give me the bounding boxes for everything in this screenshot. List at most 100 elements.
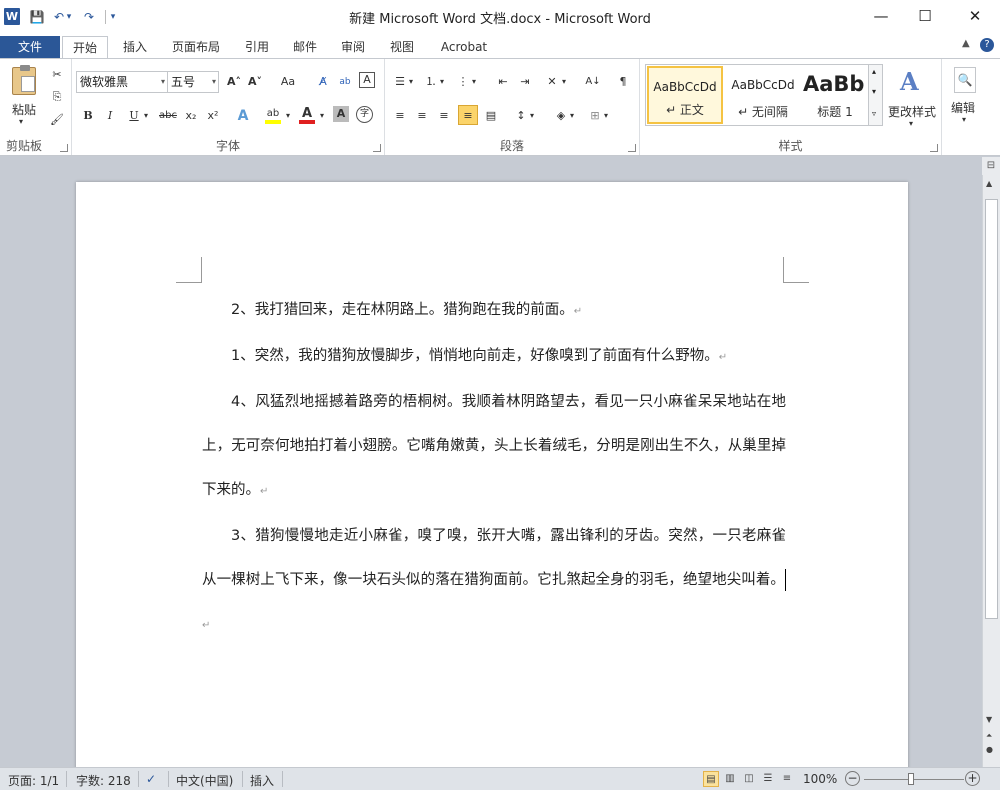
- character-border-icon[interactable]: A: [359, 72, 375, 88]
- grow-font-icon[interactable]: A˄: [224, 72, 244, 92]
- styles-launcher-icon[interactable]: [930, 144, 938, 152]
- document-body[interactable]: 2、我打猎回来，走在林阴路上。猎狗跑在我的前面。↵ 1、突然，我的猎狗放慢脚步，…: [202, 288, 786, 648]
- tab-acrobat[interactable]: Acrobat: [430, 36, 498, 58]
- zoom-out-button[interactable]: −: [845, 771, 860, 786]
- bold-button[interactable]: B: [78, 106, 98, 126]
- enclose-characters-icon[interactable]: 字: [356, 106, 373, 123]
- shading-dropdown-icon[interactable]: ▾: [567, 106, 577, 126]
- maximize-button[interactable]: ☐: [902, 0, 948, 32]
- previous-page-icon[interactable]: ⏶: [986, 731, 992, 741]
- sort-icon[interactable]: A↓: [583, 72, 603, 92]
- draft-view-icon[interactable]: ≡: [779, 771, 795, 787]
- word-count[interactable]: 字数: 218: [76, 772, 131, 789]
- highlight-color-bar: [265, 120, 281, 124]
- outline-view-icon[interactable]: ☰: [760, 771, 776, 787]
- web-layout-icon[interactable]: ◫: [741, 771, 757, 787]
- document-page[interactable]: 2、我打猎回来，走在林阴路上。猎狗跑在我的前面。↵ 1、突然，我的猎狗放慢脚步，…: [76, 182, 908, 782]
- editing-label: 编辑: [951, 101, 976, 115]
- language-indicator[interactable]: 中文(中国): [176, 772, 233, 789]
- paragraph-mark: ↵: [260, 486, 269, 497]
- zoom-level[interactable]: 100%: [803, 772, 837, 786]
- full-screen-reading-icon[interactable]: ▥: [722, 771, 738, 787]
- minimize-button[interactable]: —: [858, 0, 904, 32]
- superscript-button[interactable]: x²: [203, 106, 223, 126]
- proofing-icon[interactable]: ✓: [146, 772, 156, 786]
- style-normal[interactable]: AaBbCcDd ↵ 正文: [647, 66, 723, 124]
- highlight-icon[interactable]: ab: [263, 104, 283, 124]
- align-left-button[interactable]: ≡: [390, 106, 410, 126]
- font-group-label: 字体: [215, 139, 240, 153]
- font-name-combo[interactable]: 微软雅黑 ▾: [76, 71, 168, 93]
- editing-button[interactable]: 🔍 编辑 ▾: [946, 65, 984, 129]
- align-right-button[interactable]: ≡: [434, 106, 454, 126]
- page-count[interactable]: 页面: 1/1: [8, 772, 59, 789]
- style-preview: AaBbCcDd: [731, 78, 795, 92]
- zoom-slider-track[interactable]: [864, 779, 964, 780]
- underline-dropdown-icon[interactable]: ▾: [141, 106, 151, 126]
- font-size-combo[interactable]: 五号 ▾: [167, 71, 219, 93]
- help-icon[interactable]: ?: [980, 38, 994, 52]
- justify-button[interactable]: ≡: [458, 105, 478, 125]
- highlight-glyph: ab: [266, 108, 280, 119]
- change-case-icon[interactable]: Aa: [275, 72, 301, 92]
- italic-button[interactable]: I: [100, 106, 120, 126]
- gallery-down-icon[interactable]: ▾: [872, 87, 876, 96]
- line-spacing-dropdown-icon[interactable]: ▾: [527, 106, 537, 126]
- zoom-in-button[interactable]: +: [965, 771, 980, 786]
- decrease-indent-icon[interactable]: ⇤: [493, 72, 513, 92]
- cut-icon[interactable]: ✂: [47, 65, 67, 85]
- vertical-scrollbar[interactable]: ▲ ▼ ⏶ ●: [982, 175, 1000, 767]
- tab-review[interactable]: 审阅: [332, 36, 374, 58]
- clear-format-icon[interactable]: A̸: [313, 72, 333, 92]
- tab-insert[interactable]: 插入: [114, 36, 156, 58]
- distributed-button[interactable]: ▤: [481, 106, 501, 126]
- clipboard-launcher-icon[interactable]: [60, 144, 68, 152]
- tab-page-layout[interactable]: 页面布局: [162, 36, 230, 58]
- scrollbar-thumb[interactable]: [985, 199, 998, 619]
- highlight-dropdown-icon[interactable]: ▾: [283, 106, 293, 126]
- minimize-ribbon-icon[interactable]: ▲: [962, 38, 970, 49]
- tab-references[interactable]: 引用: [236, 36, 278, 58]
- shrink-font-icon[interactable]: A˅: [245, 72, 265, 92]
- paragraph-launcher-icon[interactable]: [628, 144, 636, 152]
- change-styles-button[interactable]: A 更改样式 ▾: [886, 65, 940, 135]
- close-button[interactable]: ✕: [952, 0, 998, 32]
- increase-indent-icon[interactable]: ⇥: [515, 72, 535, 92]
- subscript-button[interactable]: x₂: [181, 106, 201, 126]
- gallery-more-icon[interactable]: ▿: [872, 109, 876, 118]
- format-painter-icon[interactable]: 🖌: [47, 110, 67, 130]
- center-button[interactable]: ≡: [412, 106, 432, 126]
- copy-icon[interactable]: ⎘: [47, 87, 67, 107]
- zoom-slider-knob[interactable]: [908, 773, 914, 785]
- tab-mailings[interactable]: 邮件: [284, 36, 326, 58]
- chinese-layout-dropdown-icon[interactable]: ▾: [559, 72, 569, 92]
- character-shading-icon[interactable]: A: [333, 106, 349, 122]
- tab-view[interactable]: 视图: [380, 36, 424, 58]
- font-color-icon[interactable]: A: [297, 104, 317, 124]
- gallery-up-icon[interactable]: ▴: [872, 67, 876, 76]
- browse-object-icon[interactable]: ●: [986, 745, 993, 754]
- style-no-spacing[interactable]: AaBbCcDd ↵ 无间隔: [725, 66, 801, 124]
- tab-home[interactable]: 开始: [62, 36, 108, 60]
- print-layout-view-icon[interactable]: ▤: [703, 771, 719, 787]
- phonetic-guide-icon[interactable]: ab: [335, 72, 355, 92]
- text-effect-icon[interactable]: A: [233, 106, 253, 126]
- scroll-up-icon[interactable]: ▲: [986, 179, 992, 188]
- chevron-down-icon: ▾: [211, 77, 216, 86]
- tab-file[interactable]: 文件: [0, 36, 60, 58]
- scroll-down-icon[interactable]: ▼: [986, 715, 992, 724]
- status-separator: [282, 771, 283, 787]
- multilevel-dropdown-icon[interactable]: ▾: [469, 72, 479, 92]
- show-marks-icon[interactable]: ¶: [613, 72, 633, 92]
- font-size-value: 五号: [171, 75, 196, 89]
- style-heading-1[interactable]: AaBb 标题 1: [801, 66, 869, 124]
- ruler-toggle-icon[interactable]: ⊟: [982, 157, 1000, 175]
- bullets-dropdown-icon[interactable]: ▾: [406, 72, 416, 92]
- font-color-dropdown-icon[interactable]: ▾: [317, 106, 327, 126]
- paste-button[interactable]: 粘贴 ▾: [6, 65, 42, 127]
- font-launcher-icon[interactable]: [373, 144, 381, 152]
- numbering-dropdown-icon[interactable]: ▾: [437, 72, 447, 92]
- insert-mode-indicator[interactable]: 插入: [250, 772, 274, 789]
- borders-dropdown-icon[interactable]: ▾: [601, 106, 611, 126]
- strikethrough-button[interactable]: abc: [156, 106, 180, 126]
